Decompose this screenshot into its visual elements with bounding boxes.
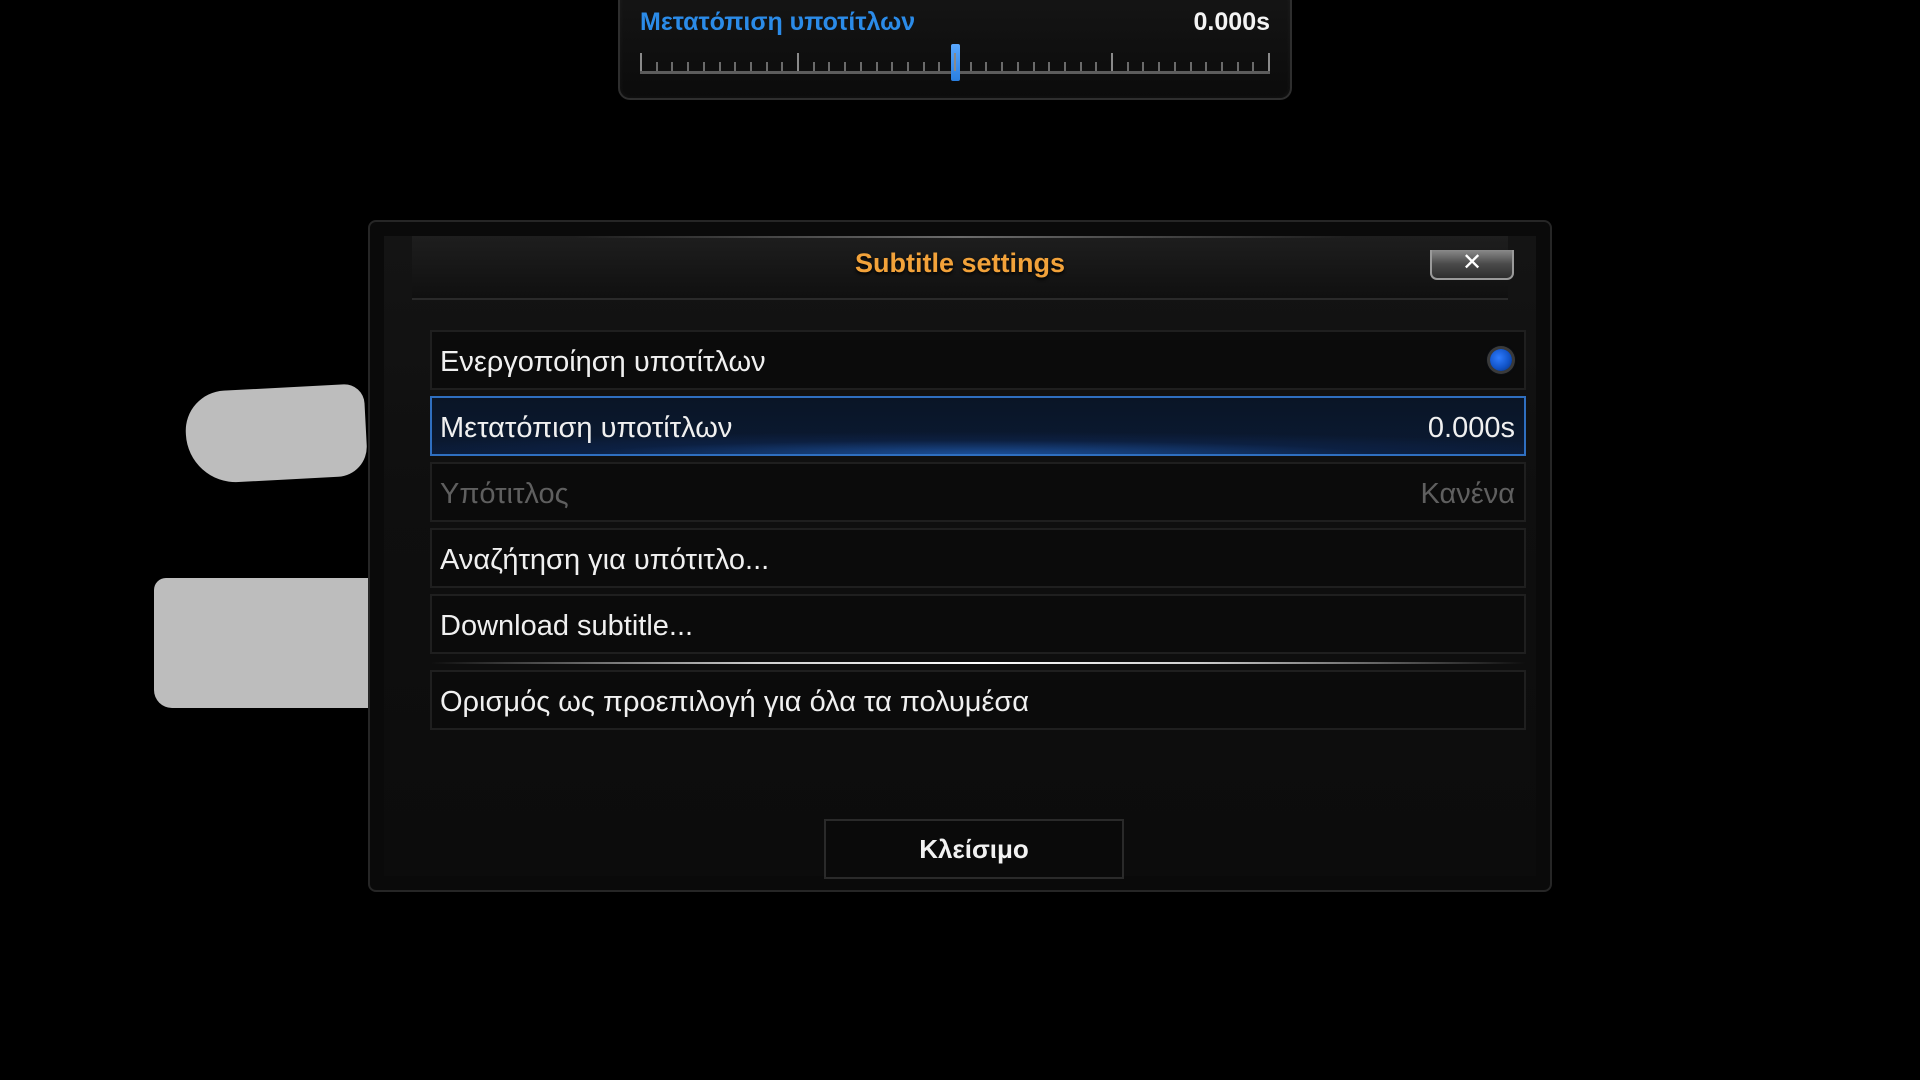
osd-slider-tick xyxy=(891,62,893,71)
osd-slider-tick xyxy=(1252,62,1254,71)
osd-slider-tick xyxy=(1190,62,1192,71)
osd-slider-tick xyxy=(1221,62,1223,71)
subtitle-offset-osd: Μετατόπιση υποτίτλων 0.000s xyxy=(618,0,1292,100)
setting-enable-subtitles[interactable]: Ενεργοποίηση υποτίτλων xyxy=(430,330,1526,390)
osd-slider-tick xyxy=(1142,62,1144,71)
osd-slider-tick xyxy=(687,62,689,71)
setting-label: Υπότιτλος xyxy=(440,478,569,510)
enabled-radio-icon[interactable] xyxy=(1490,349,1512,371)
osd-slider-tick xyxy=(860,62,862,71)
osd-slider-tick xyxy=(1033,62,1035,71)
setting-label: Ορισμός ως προεπιλογή για όλα τα πολυμέσ… xyxy=(440,686,1030,718)
osd-slider-tick xyxy=(1174,62,1176,71)
osd-slider-tick xyxy=(703,62,705,71)
osd-slider-tick xyxy=(1127,62,1129,71)
osd-slider-tick xyxy=(734,62,736,71)
osd-slider-tick xyxy=(1095,62,1097,71)
osd-slider-tick xyxy=(828,62,830,71)
osd-slider-tick xyxy=(1111,53,1113,71)
dialog-body: Subtitle settings ✕ Ενεργοποίηση υποτίτλ… xyxy=(384,236,1536,879)
osd-slider-tick xyxy=(844,62,846,71)
close-button[interactable]: Κλείσιμο xyxy=(824,819,1124,879)
dialog-title: Subtitle settings xyxy=(854,248,1065,278)
osd-slider-tick xyxy=(719,62,721,71)
setting-label: Download subtitle... xyxy=(440,610,694,642)
osd-slider-tick xyxy=(1205,62,1207,71)
osd-label: Μετατόπιση υποτίτλων xyxy=(640,8,916,36)
osd-slider-tick xyxy=(781,62,783,71)
osd-slider-tick xyxy=(671,62,673,71)
osd-slider-tick xyxy=(750,62,752,71)
osd-slider-tick xyxy=(923,62,925,71)
setting-download-subtitle[interactable]: Download subtitle... xyxy=(430,594,1526,654)
setting-label: Ενεργοποίηση υποτίτλων xyxy=(440,346,766,378)
osd-slider-tick xyxy=(1048,62,1050,71)
setting-search-subtitle[interactable]: Αναζήτηση για υπότιτλο... xyxy=(430,528,1526,588)
osd-slider-tick xyxy=(954,53,956,71)
background-shape xyxy=(154,578,368,708)
divider xyxy=(430,662,1526,664)
osd-slider-tick xyxy=(640,53,642,71)
osd-slider-tick xyxy=(985,62,987,71)
setting-label: Αναζήτηση για υπότιτλο... xyxy=(440,544,770,576)
setting-subtitle-offset[interactable]: Μετατόπιση υποτίτλων 0.000s xyxy=(430,396,1526,456)
osd-slider-tick xyxy=(938,62,940,71)
osd-slider-tick xyxy=(1237,62,1239,71)
osd-slider-tick xyxy=(1001,62,1003,71)
osd-slider-tick xyxy=(970,62,972,71)
setting-set-as-default[interactable]: Ορισμός ως προεπιλογή για όλα τα πολυμέσ… xyxy=(430,670,1526,730)
osd-slider[interactable] xyxy=(640,44,1270,81)
dialog-header: Subtitle settings xyxy=(412,236,1508,300)
osd-slider-tick xyxy=(1268,53,1270,71)
setting-value: Κανένα xyxy=(1420,478,1515,510)
osd-slider-tick xyxy=(1017,62,1019,71)
osd-slider-tick xyxy=(813,62,815,71)
osd-slider-tick xyxy=(656,62,658,71)
osd-slider-tick xyxy=(766,62,768,71)
osd-slider-tick xyxy=(907,62,909,71)
osd-slider-tick xyxy=(1080,62,1082,71)
osd-slider-tick xyxy=(1158,62,1160,71)
setting-label: Μετατόπιση υποτίτλων xyxy=(440,412,733,444)
osd-slider-tick xyxy=(876,62,878,71)
osd-value: 0.000s xyxy=(1193,8,1270,36)
close-icon-button[interactable]: ✕ xyxy=(1430,250,1514,280)
osd-slider-tick xyxy=(797,53,799,71)
close-icon: ✕ xyxy=(1461,249,1483,276)
setting-subtitle-stream[interactable]: Υπότιτλος Κανένα xyxy=(430,462,1526,522)
osd-slider-tick xyxy=(1064,62,1066,71)
subtitle-settings-dialog: Subtitle settings ✕ Ενεργοποίηση υποτίτλ… xyxy=(368,220,1552,892)
background-shape xyxy=(183,383,369,485)
setting-value: 0.000s xyxy=(1427,412,1515,444)
